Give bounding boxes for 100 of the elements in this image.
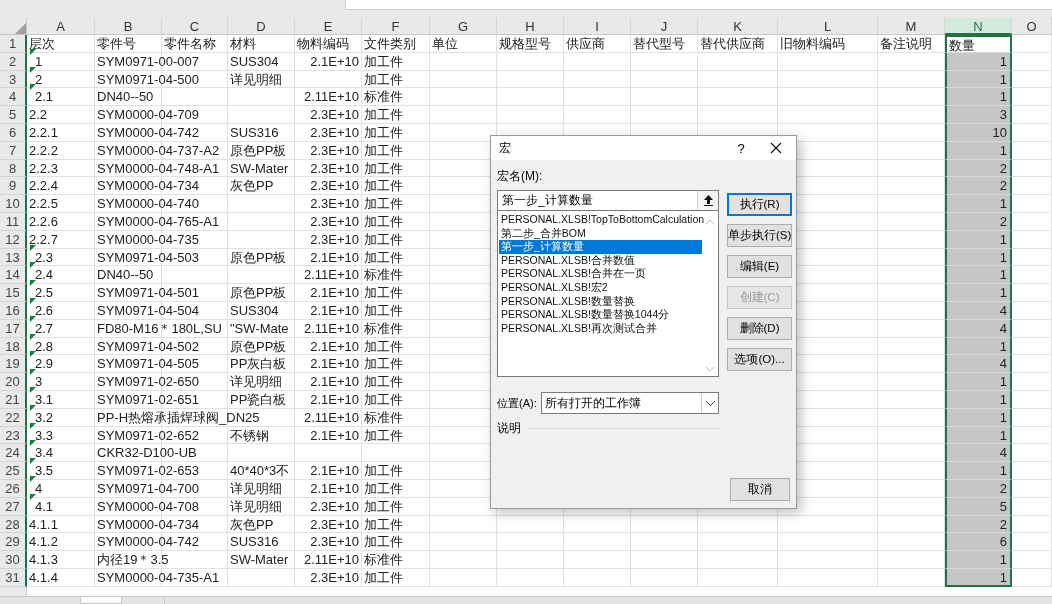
table-cell: 加工件 xyxy=(364,302,403,318)
table-cell: SYM0971-04-500 xyxy=(97,71,199,87)
selected-cell[interactable]: 1 xyxy=(945,551,1012,569)
macro-list-item[interactable]: PERSONAL.XLSB!数量替换 xyxy=(499,294,702,309)
column-header[interactable]: J xyxy=(631,18,698,35)
column-header[interactable]: A xyxy=(27,18,95,35)
table-cell: 原色PP板 xyxy=(230,338,287,354)
table-cell: 2.3E+10 xyxy=(310,177,359,195)
table-cell: 加工件 xyxy=(364,249,403,265)
table-cell: SYM0971-04-505 xyxy=(97,356,199,372)
chevron-down-icon xyxy=(705,400,715,406)
table-cell: 加工件 xyxy=(364,231,403,247)
table-cell: 1 xyxy=(999,248,1007,266)
selected-cell[interactable]: 6 xyxy=(945,533,1012,552)
dialog-button[interactable]: 编辑(E) xyxy=(727,255,792,278)
selected-cell[interactable]: 4 xyxy=(945,355,1012,374)
macro-list-item[interactable]: PERSONAL.XLSB!宏2 xyxy=(499,280,702,295)
table-cell: 2.1 xyxy=(35,89,54,105)
macro-list-item[interactable]: PERSONAL.XLSB!合并在一页 xyxy=(499,267,702,281)
table-cell: 1 xyxy=(999,551,1007,569)
selected-cell[interactable]: 2 xyxy=(945,177,1012,196)
selected-cell[interactable]: 4 xyxy=(945,444,1012,463)
selected-cell[interactable]: 数量 xyxy=(945,35,1012,53)
row-header[interactable]: 29 xyxy=(0,533,27,552)
table-cell: SYM0000-04-734 xyxy=(97,178,199,194)
dialog-button[interactable]: 删除(D) xyxy=(727,317,792,340)
table-cell: SYM0000-04-734 xyxy=(97,516,199,532)
macro-list-item[interactable]: PERSONAL.XLSB!TopToBottomCalculation xyxy=(499,213,705,227)
table-cell: 2.1E+10 xyxy=(310,479,359,497)
table-cell: SYM0000-04-742 xyxy=(97,534,199,550)
row-header[interactable]: 20 xyxy=(0,373,27,391)
row-header[interactable]: 15 xyxy=(0,284,27,302)
scroll-up-icon[interactable] xyxy=(706,219,714,224)
field-label: 位置(A): xyxy=(497,395,537,411)
selected-cell[interactable]: 1 xyxy=(945,266,1012,285)
column-header[interactable]: N xyxy=(945,18,1012,35)
table-cell: 2.3E+10 xyxy=(310,515,359,533)
column-header[interactable]: H xyxy=(497,18,564,35)
selected-cell[interactable]: 1 xyxy=(945,195,1012,213)
table-cell: 1 xyxy=(999,337,1007,355)
row-header[interactable]: 9 xyxy=(0,177,27,196)
row-header[interactable]: 10 xyxy=(0,195,27,213)
row-header[interactable]: 1 xyxy=(0,35,27,53)
row-header[interactable]: 24 xyxy=(0,444,27,463)
cancel-button[interactable]: 取消 xyxy=(730,478,790,501)
table-cell: DN40--50 xyxy=(97,89,154,105)
table-cell: 1 xyxy=(35,53,43,69)
selected-cell[interactable]: 1 xyxy=(945,462,1012,480)
macro-name-field[interactable]: 第一步_计算数量 xyxy=(497,190,719,211)
column-header[interactable]: C xyxy=(162,18,228,35)
column-header[interactable]: F xyxy=(362,18,430,35)
table-cell: PP灰白板 xyxy=(230,356,287,372)
macro-list-item[interactable]: 第一步_计算数量 xyxy=(499,240,702,254)
macro-list-item[interactable]: PERSONAL.XLSB!数量替换1044分 xyxy=(499,308,702,322)
column-header[interactable]: L xyxy=(778,18,878,35)
sheet-tab[interactable] xyxy=(80,597,122,604)
table-cell: SW-Mater xyxy=(230,160,289,176)
macro-list-item[interactable]: PERSONAL.XLSB!再次测试合并 xyxy=(499,321,702,336)
column-header[interactable]: K xyxy=(698,18,778,35)
column-header[interactable]: B xyxy=(95,18,162,35)
row-header[interactable]: 5 xyxy=(0,106,27,124)
upload-arrow-button[interactable] xyxy=(697,191,718,210)
table-cell: 2 xyxy=(999,212,1007,230)
formula-bar[interactable] xyxy=(345,0,1052,10)
table-cell: 2 xyxy=(999,515,1007,533)
row-header[interactable]: 19 xyxy=(0,355,27,374)
column-header[interactable]: E xyxy=(295,18,362,35)
column-header[interactable]: M xyxy=(878,18,945,35)
selected-cell[interactable]: 1 xyxy=(945,373,1012,391)
table-cell: 2.5 xyxy=(35,285,54,301)
macro-list-item[interactable]: 第二步_合并BOM xyxy=(499,226,702,241)
table-cell: PP-H热熔承插焊球阀_DN25 xyxy=(97,409,260,425)
table-cell: "SW-Mate xyxy=(230,320,289,336)
table-cell: SYM0971-02-650 xyxy=(97,374,199,390)
column-header[interactable]: I xyxy=(564,18,631,35)
column-header[interactable]: D xyxy=(228,18,295,35)
table-cell: 2.1E+10 xyxy=(310,355,359,373)
column-header[interactable]: G xyxy=(430,18,497,35)
selected-cell[interactable]: 1 xyxy=(945,284,1012,302)
row-header[interactable]: 30 xyxy=(0,551,27,569)
macro-list-item[interactable]: PERSONAL.XLSB!合并数值 xyxy=(499,253,702,268)
scroll-down-icon[interactable] xyxy=(706,367,714,372)
table-cell: 2.1E+10 xyxy=(310,52,359,70)
table-cell: 4 xyxy=(999,319,1007,337)
location-dropdown[interactable]: 所有打开的工作簿 xyxy=(540,392,719,414)
table-cell: 详见明细 xyxy=(230,374,282,390)
table-cell: 1 xyxy=(999,52,1007,70)
dialog-button[interactable]: 单步执行(S) xyxy=(727,224,792,247)
help-button[interactable]: ? xyxy=(726,140,756,156)
row-header[interactable]: 14 xyxy=(0,266,27,285)
dialog-button[interactable]: 选项(O)... xyxy=(727,348,792,371)
column-title: 规格型号 xyxy=(499,36,551,51)
table-cell: 2.1E+10 xyxy=(310,284,359,302)
dialog-button[interactable]: 执行(R) xyxy=(727,193,792,216)
row-header[interactable]: 25 xyxy=(0,462,27,480)
column-header[interactable]: O xyxy=(1012,18,1052,35)
selected-cell[interactable]: 1 xyxy=(945,88,1012,107)
selected-cell[interactable]: 3 xyxy=(945,106,1012,124)
row-header[interactable]: 4 xyxy=(0,88,27,107)
table-cell: 2.2.6 xyxy=(29,213,58,229)
